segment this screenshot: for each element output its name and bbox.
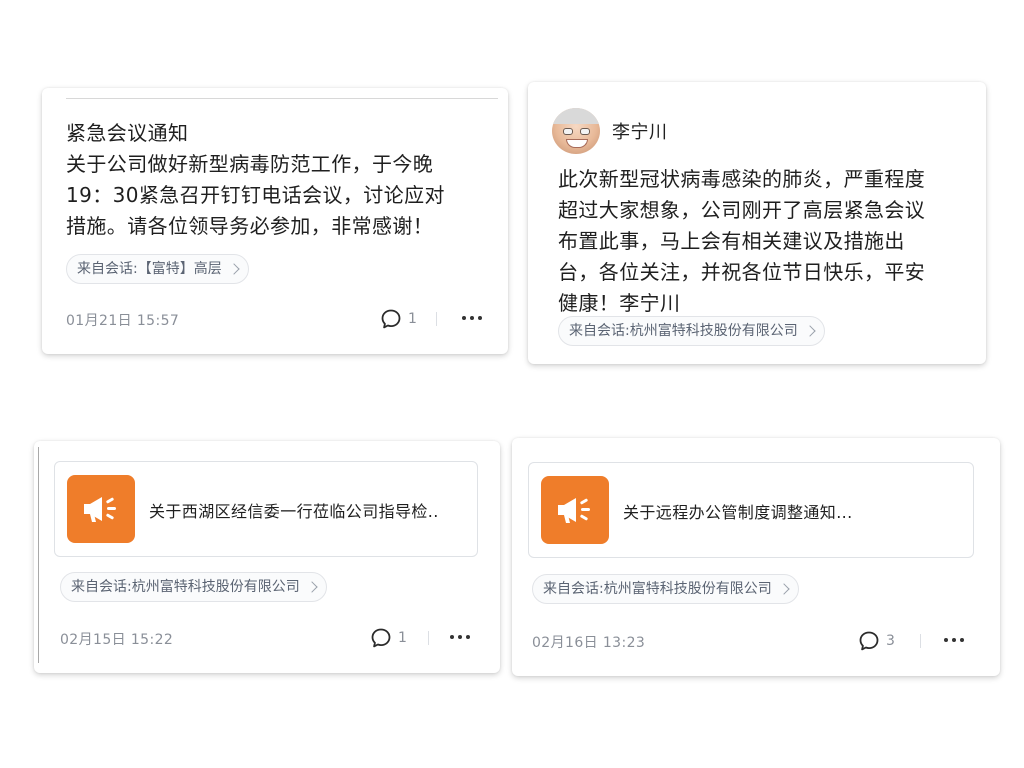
post-title: 紧急会议通知 xyxy=(66,121,189,145)
post-body: 此次新型冠状病毒感染的肺炎，严重程度 超过大家想象，公司刚开了高层紧急会议 布置… xyxy=(558,164,968,319)
post-timestamp: 01月21日 15:57 xyxy=(66,313,180,329)
comment-bubble-icon xyxy=(371,628,391,648)
comment-count: 3 xyxy=(886,633,895,649)
source-label: 来自会话:杭州富特科技股份有限公司 xyxy=(569,323,798,339)
more-options-button[interactable] xyxy=(942,634,966,646)
chevron-right-icon xyxy=(804,325,816,337)
post-body-line: 措施。请各位领导务必参加，非常感谢！ xyxy=(66,214,434,238)
chevron-right-icon xyxy=(778,583,790,595)
comment-count: 1 xyxy=(398,630,407,646)
card-top-divider xyxy=(66,98,498,99)
message-card-notice-remote-work[interactable]: 关于远程办公管制度调整通知... 来自会话:杭州富特科技股份有限公司 02月16… xyxy=(512,438,1000,676)
notice-link[interactable]: 关于远程办公管制度调整通知... xyxy=(528,462,974,558)
source-label: 来自会话:杭州富特科技股份有限公司 xyxy=(543,581,772,597)
chevron-right-icon xyxy=(306,581,318,593)
post-body-line: 19：30紧急召开钉钉电话会议，讨论应对 xyxy=(66,183,445,207)
comment-bubble-icon xyxy=(859,631,879,651)
more-options-button[interactable] xyxy=(448,631,472,643)
card-left-border xyxy=(38,447,39,663)
message-card-author-post[interactable]: 李宁川 此次新型冠状病毒感染的肺炎，严重程度 超过大家想象，公司刚开了高层紧急会… xyxy=(528,82,986,364)
more-dots-icon xyxy=(944,638,948,642)
more-options-button[interactable] xyxy=(460,312,484,324)
notice-link[interactable]: 关于西湖区经信委一行莅临公司指导检.. xyxy=(54,461,478,557)
source-label: 来自会话:杭州富特科技股份有限公司 xyxy=(71,579,300,595)
post-body-line: 健康！李宁川 xyxy=(558,291,681,315)
more-dots-icon xyxy=(462,316,466,320)
message-card-notice-inspection[interactable]: 关于西湖区经信委一行莅临公司指导检.. 来自会话:杭州富特科技股份有限公司 02… xyxy=(34,441,500,673)
post-body-line: 布置此事，马上会有相关建议及措施出 xyxy=(558,229,905,253)
author-name[interactable]: 李宁川 xyxy=(612,118,668,144)
action-divider xyxy=(920,634,921,648)
megaphone-icon xyxy=(67,475,135,543)
post-timestamp: 02月16日 13:23 xyxy=(532,635,646,651)
comment-bubble-icon xyxy=(381,309,401,329)
source-conversation-link[interactable]: 来自会话:杭州富特科技股份有限公司 xyxy=(532,574,799,604)
comment-count: 1 xyxy=(408,311,417,327)
post-body-line: 关于公司做好新型病毒防范工作，于今晚 xyxy=(66,152,434,176)
post-timestamp: 02月15日 15:22 xyxy=(60,632,174,648)
comment-button[interactable]: 1 xyxy=(370,627,407,649)
notice-title: 关于西湖区经信委一行莅临公司指导检.. xyxy=(149,502,439,521)
avatar[interactable] xyxy=(552,108,600,154)
source-label: 来自会话:【富特】高层 xyxy=(77,261,222,277)
comment-button[interactable]: 1 xyxy=(380,308,417,330)
post-body-line: 超过大家想象，公司刚开了高层紧急会议 xyxy=(558,198,926,222)
comment-button[interactable]: 3 xyxy=(858,630,895,652)
post-body: 关于公司做好新型病毒防范工作，于今晚 19：30紧急召开钉钉电话会议，讨论应对 … xyxy=(66,149,498,242)
post-body-line: 此次新型冠状病毒感染的肺炎，严重程度 xyxy=(558,167,926,191)
megaphone-icon xyxy=(541,476,609,544)
action-divider xyxy=(436,312,437,326)
more-dots-icon xyxy=(450,635,454,639)
source-conversation-link[interactable]: 来自会话:杭州富特科技股份有限公司 xyxy=(558,316,825,346)
chevron-right-icon xyxy=(228,263,240,275)
source-conversation-link[interactable]: 来自会话:【富特】高层 xyxy=(66,254,249,284)
message-card-meeting-notice[interactable]: 紧急会议通知 关于公司做好新型病毒防范工作，于今晚 19：30紧急召开钉钉电话会… xyxy=(42,88,508,354)
notice-title: 关于远程办公管制度调整通知... xyxy=(623,503,853,522)
source-conversation-link[interactable]: 来自会话:杭州富特科技股份有限公司 xyxy=(60,572,327,602)
post-body-line: 台，各位关注，并祝各位节日快乐，平安 xyxy=(558,260,926,284)
action-divider xyxy=(428,631,429,645)
